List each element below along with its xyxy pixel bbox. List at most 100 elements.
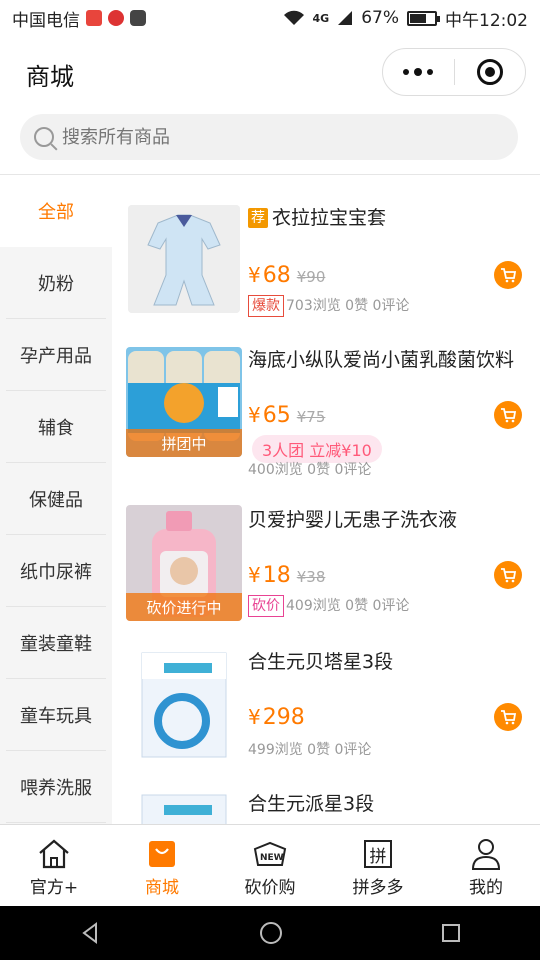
tab-mall[interactable]: 商城	[108, 825, 216, 906]
clock: 中午12:02	[445, 10, 528, 31]
product-title: 海底小纵队爱尚小菌乳酸菌饮料	[248, 349, 515, 371]
add-to-cart-button[interactable]	[494, 401, 522, 429]
category-label: 孕产用品	[20, 346, 92, 367]
add-to-cart-button[interactable]	[494, 703, 522, 731]
cart-icon	[501, 408, 517, 423]
tab-group-buy[interactable]: 拼 拼多多	[324, 825, 432, 906]
product-title: 贝爱护婴儿无患子洗衣液	[248, 509, 458, 531]
category-feeding[interactable]: 喂养洗服	[0, 751, 112, 823]
hot-tag: 爆款	[248, 295, 284, 317]
more-button[interactable]	[383, 68, 454, 76]
product-image	[128, 205, 240, 313]
product-image	[134, 789, 234, 825]
formula-box-image	[134, 647, 234, 759]
tab-label: 砍价购	[244, 878, 296, 898]
add-to-cart-button[interactable]	[494, 561, 522, 589]
product-item[interactable]: 荐衣拉拉宝宝套 ¥68 ¥90 爆款 703浏览 0赞 0评论	[112, 175, 540, 317]
bargain-label: 砍价	[248, 595, 284, 617]
product-stats: 499浏览 0赞 0评论	[248, 739, 371, 759]
shopping-bag-icon	[149, 841, 175, 867]
more-dots-icon	[403, 69, 410, 75]
category-toys[interactable]: 童车玩具	[0, 679, 112, 751]
page-title: 商城	[26, 62, 74, 91]
price-value: 298	[262, 705, 305, 730]
tab-bargain[interactable]: NEW 砍价购	[216, 825, 324, 906]
product-name: 合生元派星3段	[248, 789, 374, 816]
cart-icon	[501, 568, 517, 583]
search-bar[interactable]	[20, 114, 518, 160]
product-item[interactable]: 砍价进行中 贝爱护婴儿无患子洗衣液 ¥18 ¥38 砍价 409浏览 0赞 0评论	[112, 477, 540, 621]
category-health[interactable]: 保健品	[0, 463, 112, 535]
currency-symbol: ¥	[248, 563, 261, 587]
tab-profile[interactable]: 我的	[432, 825, 540, 906]
back-icon[interactable]	[78, 921, 102, 945]
stats-text: 400浏览 0赞 0评论	[248, 462, 372, 478]
carrier-label: 中国电信	[12, 10, 80, 31]
product-stats: 400浏览 0赞 0评论	[248, 459, 371, 479]
currency-symbol: ¥	[248, 403, 261, 427]
recent-apps-icon[interactable]	[440, 922, 462, 944]
bargain-tag: 砍价进行中	[126, 593, 242, 621]
product-name: 海底小纵队爱尚小菌乳酸菌饮料	[248, 345, 514, 372]
network-type: 4G	[312, 11, 330, 25]
category-label: 喂养洗服	[20, 778, 92, 799]
tab-label: 商城	[145, 878, 179, 898]
category-label: 辅食	[38, 418, 74, 439]
tab-official[interactable]: 官方+	[0, 825, 108, 906]
category-label: 全部	[38, 202, 74, 223]
product-title: 衣拉拉宝宝套	[272, 207, 387, 229]
category-sidebar: 全部 奶粉 孕产用品 辅食 保健品 纸巾尿裤 童装童鞋 童车玩具 喂养洗服	[0, 175, 112, 825]
category-label: 保健品	[29, 490, 83, 511]
product-name: 荐衣拉拉宝宝套	[248, 203, 386, 230]
shield-notification-icon	[130, 10, 146, 26]
formula-box-image	[134, 789, 234, 825]
huawei-icon	[86, 10, 102, 26]
product-item[interactable]: 合生元贝塔星3段 ¥298 499浏览 0赞 0评论	[112, 619, 540, 759]
target-icon	[476, 59, 503, 85]
product-price: ¥65 ¥75	[248, 403, 325, 428]
mini-program-capsule	[382, 48, 526, 96]
system-nav-bar	[0, 906, 540, 960]
stats-text: 409浏览 0赞 0评论	[286, 598, 410, 614]
cart-icon	[501, 710, 517, 725]
product-item[interactable]: 合生元派星3段	[112, 761, 540, 825]
product-item[interactable]: 拼团中 海底小纵队爱尚小菌乳酸菌饮料 ¥65 ¥75 3人团 立减¥10 400浏…	[112, 317, 540, 478]
product-stats: 砍价 409浏览 0赞 0评论	[248, 595, 409, 617]
product-image: 拼团中	[126, 347, 242, 457]
bottom-tab-bar: 官方+ 商城 NEW 砍价购 拼 拼多多 我的	[0, 824, 540, 906]
home-circle-icon[interactable]	[258, 920, 284, 946]
product-title: 合生元贝塔星3段	[248, 651, 394, 673]
currency-symbol: ¥	[248, 263, 261, 287]
category-diapers[interactable]: 纸巾尿裤	[0, 535, 112, 607]
battery-icon	[407, 10, 440, 26]
original-price: ¥75	[296, 408, 326, 426]
product-stats: 爆款 703浏览 0赞 0评论	[248, 295, 409, 317]
svg-text:NEW: NEW	[260, 853, 284, 863]
category-all[interactable]: 全部	[0, 175, 112, 247]
title-bar: 商城	[0, 36, 540, 112]
product-price: ¥298	[248, 705, 305, 730]
pin-icon: 拼	[364, 840, 392, 868]
app-notification-icon	[108, 10, 124, 26]
category-baby-food[interactable]: 辅食	[0, 391, 112, 463]
category-label: 童车玩具	[20, 706, 92, 727]
currency-symbol: ¥	[248, 705, 261, 729]
search-input[interactable]	[62, 126, 482, 148]
category-label: 奶粉	[38, 274, 74, 295]
category-maternity[interactable]: 孕产用品	[0, 319, 112, 391]
price-value: 68	[262, 263, 291, 288]
user-icon	[471, 839, 501, 870]
product-name: 合生元贝塔星3段	[248, 647, 393, 674]
pin-icon-text: 拼	[369, 846, 387, 867]
tab-label: 官方+	[29, 878, 79, 898]
signal-icon	[338, 11, 353, 25]
close-mini-program-button[interactable]	[455, 59, 526, 85]
more-dot-center	[414, 68, 423, 76]
category-milk-powder[interactable]: 奶粉	[0, 247, 112, 319]
tab-label: 拼多多	[352, 878, 404, 898]
product-image	[134, 647, 234, 759]
category-label: 纸巾尿裤	[20, 562, 92, 583]
romper-image	[128, 205, 240, 313]
add-to-cart-button[interactable]	[494, 261, 522, 289]
category-clothing[interactable]: 童装童鞋	[0, 607, 112, 679]
